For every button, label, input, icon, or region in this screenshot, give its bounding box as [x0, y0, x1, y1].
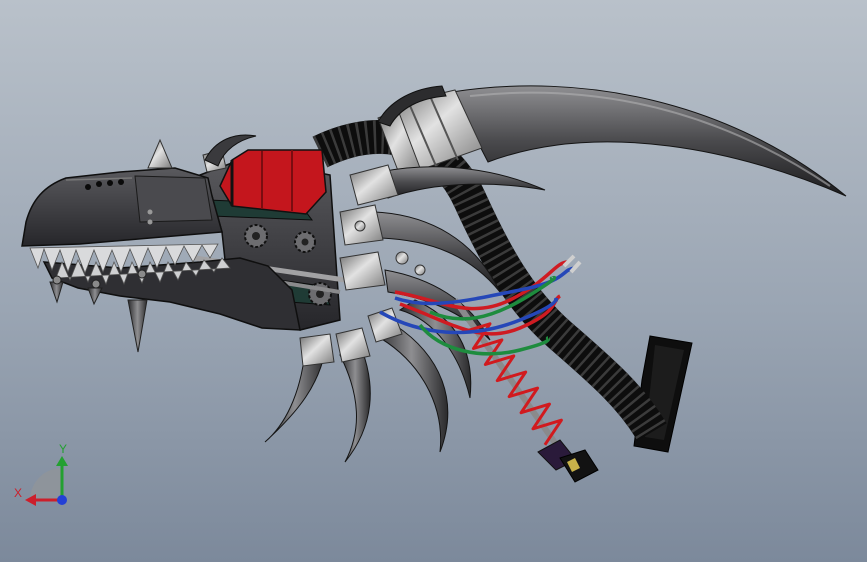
head-spike[interactable] [147, 138, 173, 169]
triad-x-label: X [14, 486, 22, 500]
horn-fitting[interactable] [339, 251, 386, 291]
cad-graphics-viewport[interactable]: Y X [0, 0, 867, 562]
dragon-head-model[interactable] [21, 85, 847, 483]
nostril-hole [85, 184, 91, 190]
triad-z-axis-dot[interactable] [57, 495, 67, 505]
lower-horn-2[interactable] [339, 349, 371, 463]
head-bolt [147, 219, 153, 225]
hex-nut [414, 264, 426, 276]
red-armor-panel[interactable] [219, 149, 327, 215]
jaw-bolt [91, 279, 101, 289]
nostril-hole [107, 180, 113, 186]
jaw-bolt [52, 275, 62, 285]
reference-triad-icon[interactable]: Y X [14, 442, 68, 506]
gear-hub [301, 238, 309, 246]
nostril-hole [96, 181, 102, 187]
dragon-head-model-view[interactable]: Y X [0, 0, 867, 562]
head-bolt [147, 209, 153, 215]
horn-fitting[interactable] [335, 327, 371, 363]
chin-spike[interactable] [87, 287, 103, 306]
head-side-plate[interactable] [134, 175, 213, 223]
chin-spike[interactable] [49, 281, 64, 304]
lower-horn-1[interactable] [264, 351, 326, 443]
gear-middle[interactable] [294, 231, 316, 253]
lower-horn-3[interactable] [373, 324, 449, 453]
chin-spike-large[interactable] [127, 299, 148, 353]
hex-nut [354, 220, 366, 232]
triad-y-arrowhead[interactable] [56, 456, 68, 466]
hex-nut [395, 251, 409, 265]
gear-hub [252, 232, 260, 240]
horn-fitting[interactable] [299, 333, 335, 367]
gear-upper[interactable] [244, 224, 268, 248]
nostril-hole [118, 179, 124, 185]
triad-y-label: Y [59, 442, 67, 456]
jaw-bolt [137, 269, 147, 279]
